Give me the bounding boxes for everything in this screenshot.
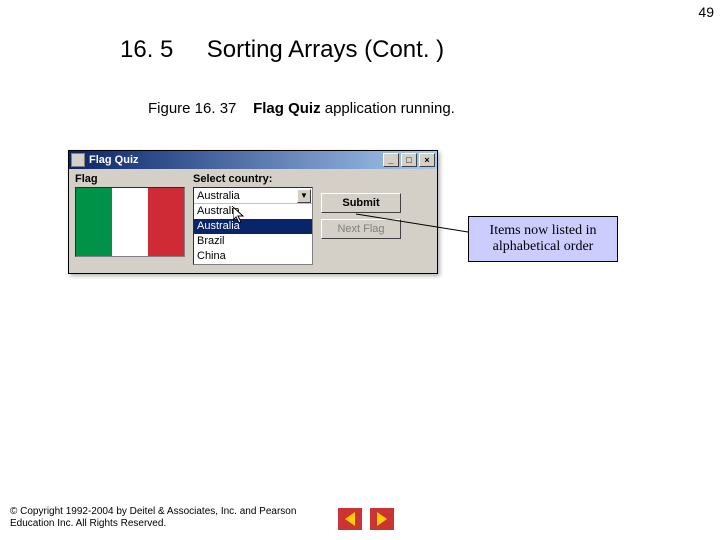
list-item[interactable]: Brazil — [194, 234, 312, 249]
chevron-down-icon[interactable]: ▼ — [297, 189, 311, 203]
list-item[interactable]: China — [194, 249, 312, 264]
submit-button[interactable]: Submit — [321, 193, 401, 213]
country-combobox[interactable]: Australia ▼ Australia Australia Brazil C… — [193, 187, 313, 265]
spacer-label — [321, 173, 401, 185]
window-title: Flag Quiz — [89, 154, 139, 166]
flag-quiz-window: Flag Quiz _ □ × Flag Select country: Aus… — [68, 150, 438, 274]
list-item[interactable]: Australia — [194, 219, 312, 234]
section-number: 16. 5 — [120, 36, 173, 63]
slide-nav — [338, 508, 394, 530]
flag-stripe-green — [76, 188, 112, 256]
section-title: Sorting Arrays (Cont. ) — [207, 36, 444, 63]
flag-stripe-white — [112, 188, 148, 256]
flag-label: Flag — [75, 173, 185, 185]
figure-number: Figure 16. 37 — [148, 100, 236, 117]
triangle-right-icon — [377, 512, 387, 526]
titlebar: Flag Quiz _ □ × — [69, 151, 437, 169]
minimize-button[interactable]: _ — [383, 153, 399, 167]
figure-caption: Figure 16. 37 Flag Quiz application runn… — [148, 100, 455, 117]
copyright-text: © Copyright 1992-2004 by Deitel & Associ… — [10, 506, 330, 530]
callout-box: Items now listed in alphabetical order — [468, 216, 618, 262]
triangle-left-icon — [345, 512, 355, 526]
combobox-value: Australia — [194, 188, 312, 204]
figure-appname: Flag Quiz — [253, 100, 321, 117]
combobox-dropdown: Australia Australia Brazil China — [194, 204, 312, 264]
close-button[interactable]: × — [419, 153, 435, 167]
select-label: Select country: — [193, 173, 313, 185]
maximize-button[interactable]: □ — [401, 153, 417, 167]
page-number: 49 — [698, 4, 714, 20]
callout-leader-line — [356, 214, 468, 234]
list-item[interactable]: Australia — [194, 204, 312, 219]
prev-slide-button[interactable] — [338, 508, 362, 530]
figure-rest: application running. — [321, 100, 455, 117]
next-slide-button[interactable] — [370, 508, 394, 530]
flag-image — [75, 187, 185, 257]
flag-column: Flag — [75, 173, 185, 265]
slide-heading: 16. 5 Sorting Arrays (Cont. ) — [120, 36, 444, 64]
flag-stripe-red — [148, 188, 184, 256]
select-column: Select country: Australia ▼ Australia Au… — [193, 173, 313, 265]
app-icon — [71, 153, 85, 167]
